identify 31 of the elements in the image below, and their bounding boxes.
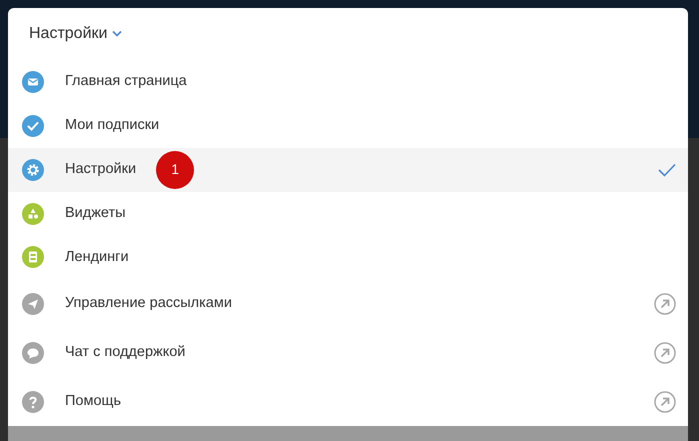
external-link-icon[interactable] [654, 390, 676, 413]
menu-item-label: Главная страница [65, 72, 187, 91]
menu-item[interactable]: Виджеты [8, 192, 688, 236]
menu-item-label: Помощь [65, 392, 122, 411]
menu-item-label: Виджеты [65, 204, 126, 223]
menu-item[interactable]: Чат с поддержкой [8, 328, 688, 378]
notification-badge: 1 [156, 150, 194, 189]
chat-bubble-icon [22, 342, 44, 364]
help-icon [22, 390, 44, 413]
envelope-icon [22, 70, 44, 93]
menu-title: Настройки [29, 24, 108, 44]
menu-item-label: Управление рассылками [65, 294, 232, 313]
menu-item[interactable]: Лендинги [8, 236, 688, 280]
menu-item-label: Мои подписки [65, 116, 160, 135]
gear-icon [22, 158, 44, 181]
menu-item[interactable]: Управление рассылками [8, 279, 688, 328]
chevron-down-icon[interactable] [112, 30, 122, 38]
menu-item[interactable]: Главная страница [8, 60, 688, 104]
menu-item-label: Чат с поддержкой [65, 342, 186, 362]
paper-plane-icon [22, 292, 44, 315]
menu-item[interactable]: Настройки 1 [8, 148, 688, 192]
external-link-icon[interactable] [654, 292, 676, 315]
page-icon [22, 246, 44, 268]
shapes-icon [22, 202, 44, 225]
menu-item[interactable]: Мои подписки [8, 104, 688, 148]
external-link-icon[interactable] [654, 342, 676, 364]
menu-item-label: Лендинги [65, 248, 129, 267]
checkmark-icon [658, 162, 676, 177]
checkmark-icon [22, 114, 44, 137]
menu-item[interactable]: Помощь [8, 377, 688, 426]
menu-item-label: Настройки [65, 160, 136, 179]
